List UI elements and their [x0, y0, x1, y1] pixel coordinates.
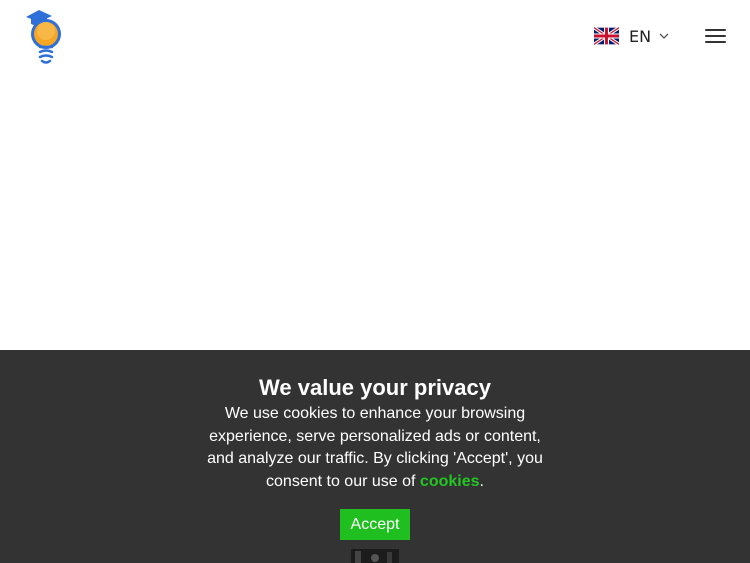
menu-bar [705, 29, 726, 31]
consent-trailing-period: . [479, 472, 484, 490]
logo-icon[interactable] [22, 7, 66, 65]
page: EN We value your privacy We use cookies … [0, 0, 750, 563]
menu-bar [705, 35, 726, 37]
consent-message: We use cookies to enhance your browsing … [200, 403, 550, 493]
consent-body-text: We use cookies to enhance your browsing … [207, 405, 543, 490]
site-header: EN [0, 0, 750, 72]
chevron-down-icon [659, 33, 669, 39]
menu-bar [705, 41, 726, 43]
partial-image-graphic [351, 549, 399, 563]
language-code: EN [629, 26, 652, 46]
partial-image [351, 549, 399, 563]
accept-button[interactable]: Accept [340, 509, 410, 540]
cookies-link[interactable]: cookies [420, 473, 480, 490]
language-selector[interactable]: EN [594, 22, 669, 50]
cookie-consent-banner: We value your privacy We use cookies to … [0, 350, 750, 563]
uk-flag-icon [594, 27, 619, 45]
consent-title: We value your privacy [259, 375, 491, 400]
hamburger-menu-icon[interactable] [705, 27, 727, 45]
